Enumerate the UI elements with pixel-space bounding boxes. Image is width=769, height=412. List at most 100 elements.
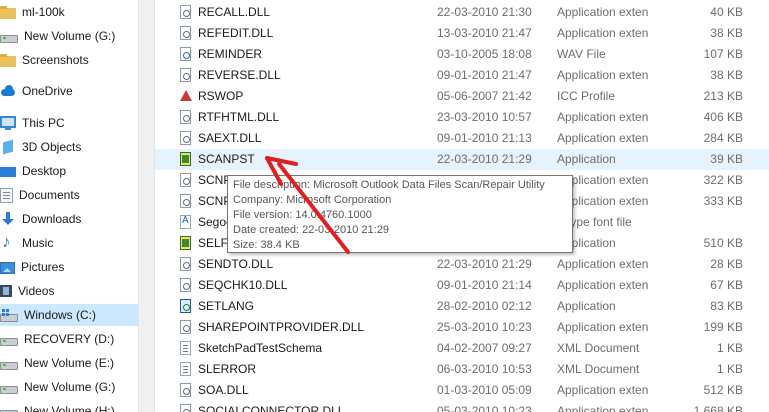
file-name: REVERSE.DLL [198, 68, 281, 82]
file-row[interactable]: RSWOP 05-06-2007 21:42 ICC Profile 213 K… [155, 86, 769, 107]
file-name: RSWOP [198, 89, 244, 103]
file-date: 22-03-2010 21:29 [437, 152, 532, 166]
tooltip-company: Company: Microsoft Corporation [233, 194, 392, 206]
nav-item-new-volume-g[interactable]: New Volume (G:) [0, 25, 138, 47]
nav-item-new-volume-g-2[interactable]: New Volume (G:) [0, 376, 138, 398]
file-date: 03-10-2005 18:08 [437, 47, 532, 61]
file-name: SETLANG [198, 299, 255, 313]
file-name: SHAREPOINTPROVIDER.DLL [198, 320, 365, 334]
navigation-pane-scrollbar[interactable] [138, 0, 155, 412]
dll-file-icon [180, 404, 191, 412]
file-type: Application extens... [557, 110, 649, 124]
file-size: 67 KB [710, 278, 743, 292]
file-row[interactable]: RTFHTML.DLL 23-03-2010 10:57 Application… [155, 107, 769, 128]
file-row[interactable]: SAEXT.DLL 09-01-2010 21:13 Application e… [155, 128, 769, 149]
file-row[interactable]: REVERSE.DLL 09-01-2010 21:47 Application… [155, 65, 769, 86]
file-size: 213 KB [703, 89, 743, 103]
file-type: Application extens... [557, 68, 649, 82]
file-name: SLERROR [198, 362, 257, 376]
nav-item-new-volume-h[interactable]: New Volume (H:) [0, 400, 138, 412]
nav-item-this-pc[interactable]: This PC [0, 112, 138, 134]
nav-item-label: New Volume (G:) [24, 29, 116, 43]
file-row[interactable]: SOCIALCONNECTOR.DLL 05-03-2010 10:23 App… [155, 401, 769, 412]
nav-item-label: Windows (C:) [24, 308, 97, 322]
file-name: SCANPST [198, 152, 255, 166]
nav-item-label: 3D Objects [22, 140, 82, 154]
file-row[interactable]: SketchPadTestSchema 04-02-2007 09:27 XML… [155, 338, 769, 359]
nav-item-3d-objects[interactable]: 3D Objects [0, 136, 138, 158]
dll-file-icon [180, 257, 191, 271]
file-size: 1 KB [716, 341, 743, 355]
file-size: 333 KB [703, 194, 743, 208]
cloud-icon [0, 84, 16, 98]
file-name: RTFHTML.DLL [198, 110, 280, 124]
nav-item-desktop[interactable]: Desktop [0, 160, 138, 182]
tooltip-date-created: Date created: 22-03-2010 21:29 [233, 224, 389, 236]
nav-item-label: New Volume (G:) [24, 380, 116, 394]
file-date: 09-01-2010 21:14 [437, 278, 532, 292]
file-date: 05-03-2010 10:23 [437, 404, 532, 412]
file-name: SOCIALCONNECTOR.DLL [198, 404, 345, 412]
nav-item-label: Downloads [22, 212, 82, 226]
folder-icon [0, 53, 16, 67]
music-icon [0, 232, 16, 252]
file-date: 25-03-2010 10:23 [437, 320, 532, 334]
file-name: SOA.DLL [198, 383, 249, 397]
file-row[interactable]: RECALL.DLL 22-03-2010 21:30 Application … [155, 2, 769, 23]
file-size: 512 KB [703, 383, 743, 397]
nav-item-ml-100k[interactable]: ml-100k [0, 1, 138, 23]
file-size: 40 KB [710, 5, 743, 19]
file-name: RECALL.DLL [198, 5, 271, 19]
file-row-scanpst[interactable]: SCANPST 22-03-2010 21:29 Application 39 … [155, 149, 769, 170]
drive-icon [0, 385, 18, 394]
file-type: Application extens... [557, 404, 649, 412]
file-date: 22-03-2010 21:29 [437, 257, 532, 271]
nav-item-screenshots[interactable]: Screenshots [0, 49, 138, 71]
nav-item-music[interactable]: Music [0, 232, 138, 254]
file-row[interactable]: SHAREPOINTPROVIDER.DLL 25-03-2010 10:23 … [155, 317, 769, 338]
dll-file-icon [180, 131, 191, 145]
file-size: 322 KB [703, 173, 743, 187]
wav-file-icon [180, 47, 191, 61]
file-type: Application extens... [557, 131, 649, 145]
drive-icon [0, 34, 18, 43]
file-date: 05-06-2007 21:42 [437, 89, 532, 103]
file-row[interactable]: SEQCHK10.DLL 09-01-2010 21:14 Applicatio… [155, 275, 769, 296]
nav-item-documents[interactable]: Documents [0, 184, 138, 206]
dll-file-icon [180, 173, 191, 187]
nav-item-label: Pictures [21, 260, 65, 274]
downloads-icon [0, 212, 16, 226]
dll-file-icon [180, 110, 191, 124]
file-date: 06-03-2010 10:53 [437, 362, 532, 376]
nav-item-onedrive[interactable]: OneDrive [0, 80, 138, 102]
dll-file-icon [180, 26, 191, 40]
xml-file-icon [180, 362, 191, 376]
file-row[interactable]: SLERROR 06-03-2010 10:53 XML Document 1 … [155, 359, 769, 380]
file-row[interactable]: REMINDER 03-10-2005 18:08 WAV File 107 K… [155, 44, 769, 65]
file-name: SEQCHK10.DLL [198, 278, 288, 292]
file-row[interactable]: SENDTO.DLL 22-03-2010 21:29 Application … [155, 254, 769, 275]
nav-item-label: OneDrive [22, 84, 73, 98]
file-row[interactable]: SETLANG 28-02-2010 02:12 Application 83 … [155, 296, 769, 317]
nav-item-downloads[interactable]: Downloads [0, 208, 138, 230]
file-size: 38 KB [710, 26, 743, 40]
application-icon [180, 236, 191, 250]
file-date: 28-02-2010 02:12 [437, 299, 532, 313]
file-row[interactable]: REFEDIT.DLL 13-03-2010 21:47 Application… [155, 23, 769, 44]
nav-item-videos[interactable]: Videos [0, 280, 138, 302]
file-name: REFEDIT.DLL [198, 26, 274, 40]
nav-item-new-volume-e[interactable]: New Volume (E:) [0, 352, 138, 374]
3d-objects-icon [0, 140, 16, 154]
videos-icon [0, 285, 12, 297]
file-size: 107 KB [703, 47, 743, 61]
nav-item-pictures[interactable]: Pictures [0, 256, 138, 278]
nav-item-windows-c[interactable]: Windows (C:) [0, 304, 138, 326]
file-date: 09-01-2010 21:13 [437, 131, 532, 145]
file-row[interactable]: SOA.DLL 01-03-2010 05:09 Application ext… [155, 380, 769, 401]
file-info-tooltip: File description: Microsoft Outlook Data… [227, 175, 573, 253]
documents-icon [0, 187, 13, 203]
file-type: Application [557, 299, 616, 313]
file-type: WAV File [557, 47, 606, 61]
nav-item-recovery-d[interactable]: RECOVERY (D:) [0, 328, 138, 350]
file-type: XML Document [557, 341, 640, 355]
